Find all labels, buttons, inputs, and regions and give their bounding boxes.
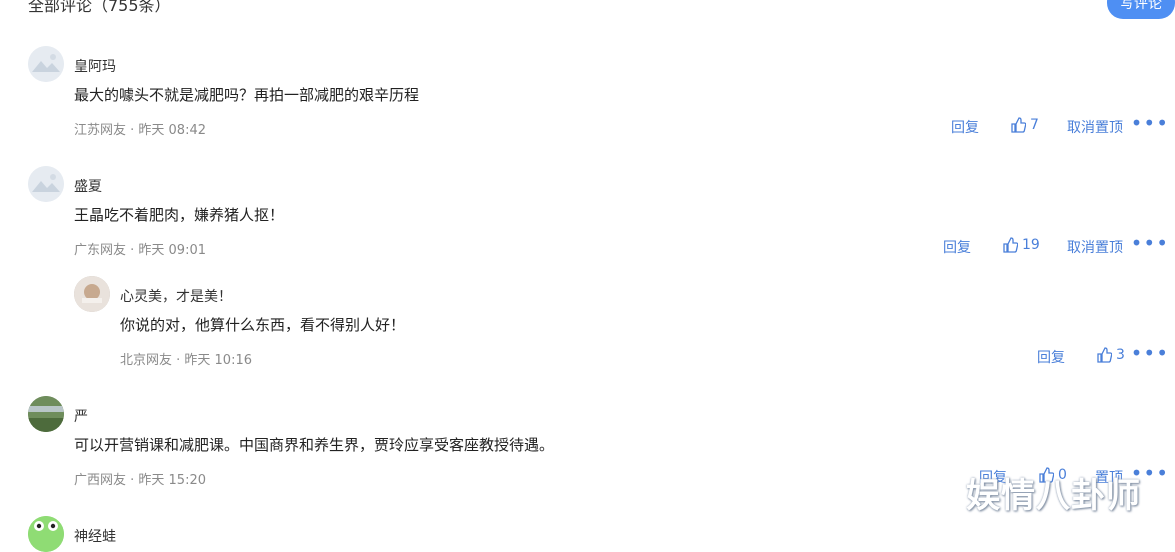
- frog-avatar-icon: [28, 516, 64, 552]
- default-avatar-icon: [28, 166, 64, 202]
- avatar[interactable]: [28, 396, 64, 432]
- like-count: 3: [1116, 347, 1125, 363]
- comment-text: 可以开营销课和减肥课。中国商界和养生界，贾玲应享受客座教授待遇。: [74, 436, 555, 454]
- like-count: 7: [1030, 117, 1039, 133]
- reply-button[interactable]: 回复: [951, 117, 979, 137]
- comment-actions: 回复 3 •••: [935, 341, 1175, 367]
- comment-username[interactable]: 严: [74, 406, 88, 426]
- reply-button[interactable]: 回复: [1037, 347, 1065, 367]
- reply-button[interactable]: 回复: [943, 237, 971, 257]
- like-count: 19: [1022, 237, 1040, 253]
- write-comment-button[interactable]: 写评论: [1107, 0, 1175, 19]
- comment-meta: 广东网友 · 昨天 09:01: [74, 243, 206, 258]
- comment-actions: 回复 19 取消置顶 •••: [935, 231, 1175, 257]
- default-avatar-icon: [28, 46, 64, 82]
- photo-avatar-icon: [74, 276, 110, 312]
- comment-meta: 广西网友 · 昨天 15:20: [74, 473, 206, 488]
- unpin-button[interactable]: 取消置顶: [1067, 237, 1123, 257]
- avatar[interactable]: [28, 46, 64, 82]
- comment-text: 你说的对，他算什么东西，看不得别人好！: [120, 316, 406, 334]
- comment-meta: 北京网友 · 昨天 10:16: [120, 353, 252, 368]
- avatar[interactable]: [28, 166, 64, 202]
- thumbs-up-icon: [1097, 347, 1112, 363]
- comment-username[interactable]: 盛夏: [74, 176, 102, 196]
- thumbs-up-icon: [1003, 237, 1018, 253]
- comment-username[interactable]: 神经蛙: [74, 526, 116, 546]
- comments-header-title: 全部评论（755条）: [28, 0, 171, 15]
- like-button[interactable]: 7: [1010, 117, 1039, 133]
- more-options-icon[interactable]: •••: [1131, 111, 1169, 135]
- more-options-icon[interactable]: •••: [1131, 341, 1169, 365]
- like-button[interactable]: 3: [1096, 347, 1125, 363]
- avatar[interactable]: [74, 276, 110, 312]
- unpin-button[interactable]: 取消置顶: [1067, 117, 1123, 137]
- thumbs-up-icon: [1011, 117, 1026, 133]
- comment-text: 王晶吃不着肥肉，嫌养猪人抠！: [74, 206, 285, 224]
- comment-text: 最大的噱头不就是减肥吗？再拍一部减肥的艰辛历程: [74, 86, 420, 104]
- comment-meta: 江苏网友 · 昨天 08:42: [74, 123, 206, 138]
- avatar[interactable]: [28, 516, 64, 552]
- more-options-icon[interactable]: •••: [1131, 231, 1169, 255]
- comment-actions: 回复 7 取消置顶 •••: [935, 111, 1175, 137]
- watermark-text: 娱情八卦师: [966, 476, 1141, 516]
- comment-username[interactable]: 心灵美，才是美！: [120, 286, 232, 306]
- comment-username[interactable]: 皇阿玛: [74, 56, 116, 76]
- like-button[interactable]: 19: [1002, 237, 1040, 253]
- landscape-avatar-icon: [28, 396, 64, 432]
